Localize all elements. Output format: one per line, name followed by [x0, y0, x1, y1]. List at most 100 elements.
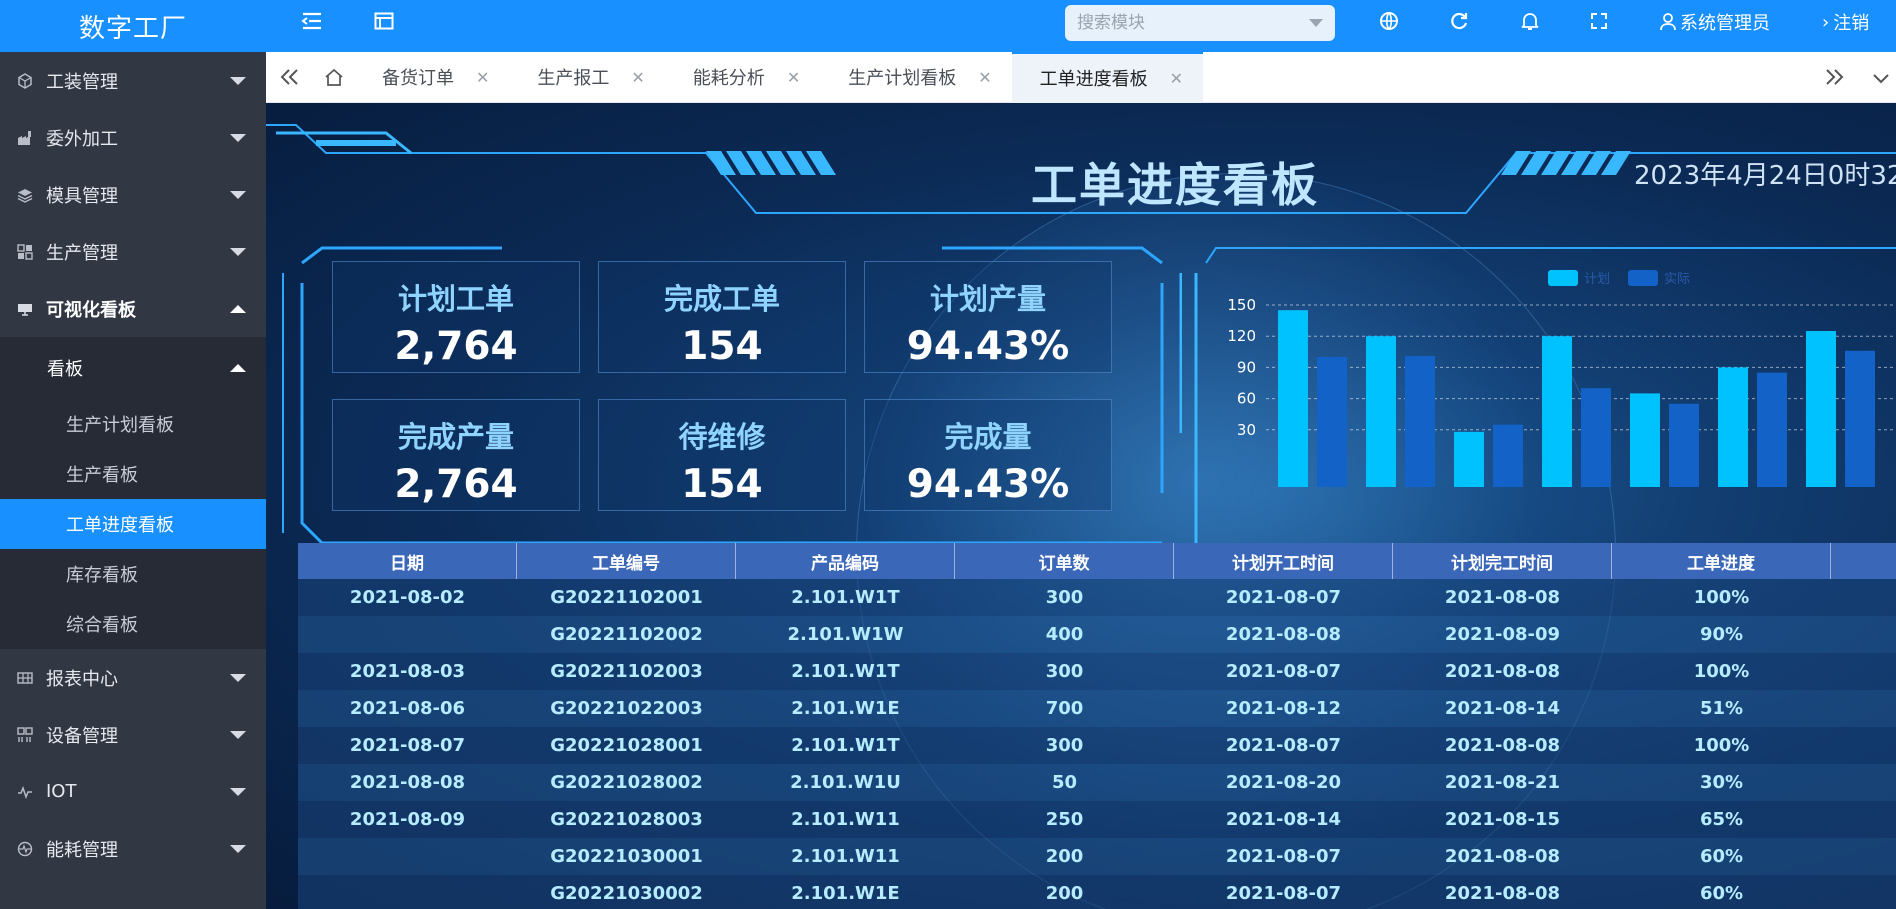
table-cell: 400 [1045, 624, 1084, 645]
fullscreen-icon[interactable] [1587, 9, 1611, 33]
sidebar-item-reports[interactable]: 报表中心 [0, 649, 266, 706]
table-cell: 50 [1051, 772, 1078, 793]
table-cell: 2021-08-08 [349, 772, 466, 793]
user-menu[interactable]: 系统管理员 [1660, 0, 1770, 44]
chevron-down-icon[interactable] [1309, 19, 1323, 27]
search-input[interactable] [1077, 13, 1297, 33]
tab-stock-order[interactable]: 备货订单 ✕ [354, 52, 509, 103]
module-search[interactable] [1065, 5, 1335, 41]
bar[interactable] [1493, 424, 1523, 487]
bar[interactable] [1630, 393, 1660, 487]
tab-production-report[interactable]: 生产报工 ✕ [509, 52, 664, 103]
bar[interactable] [1278, 310, 1308, 487]
table-cell: 2.101.W1U [790, 772, 901, 793]
close-icon[interactable]: ✕ [1170, 69, 1183, 88]
bar[interactable] [1718, 367, 1748, 487]
close-icon[interactable]: ✕ [978, 68, 991, 87]
close-icon[interactable]: ✕ [787, 68, 800, 87]
logout-link[interactable]: › 注销 [1822, 0, 1869, 44]
sidebar-item-label: 工装管理 [46, 71, 118, 93]
table-cell: 300 [1045, 735, 1084, 756]
sidebar-item-equipment[interactable]: 设备管理 [0, 706, 266, 763]
sidebar-subgroup-board[interactable]: 看板 [0, 337, 266, 399]
tab-bar: 备货订单 ✕ 生产报工 ✕ 能耗分析 ✕ 生产计划看板 ✕ 工单进度看板 ✕ [266, 51, 1896, 103]
menu-fold-icon[interactable] [300, 9, 324, 33]
bar[interactable] [1454, 431, 1484, 487]
table-cell: G20221028001 [550, 735, 703, 756]
double-chevron-right-icon[interactable] [1824, 68, 1844, 90]
table-cell: 30% [1699, 772, 1744, 793]
chart-svg: 30 60 90 120 150 计划 实际 [1194, 247, 1896, 573]
close-icon[interactable]: ✕ [631, 68, 644, 87]
sidebar-item-outsourcing[interactable]: 委外加工 [0, 109, 266, 166]
sidebar-item-production-board[interactable]: 生产看板 [0, 449, 266, 499]
bar[interactable] [1366, 336, 1396, 487]
sidebar-item-mold[interactable]: 模具管理 [0, 166, 266, 223]
column-header: 工单编号 [517, 543, 736, 579]
bar[interactable] [1317, 357, 1347, 487]
tab-energy-analysis[interactable]: 能耗分析 ✕ [665, 52, 820, 103]
sidebar-item-tooling[interactable]: 工装管理 [0, 52, 266, 109]
table-cell: 2.101.W11 [791, 846, 900, 867]
table-cell: 300 [1045, 661, 1084, 682]
stat-value: 154 [681, 324, 763, 369]
table-cell: 2021-08-09 [1444, 624, 1561, 645]
refresh-icon[interactable] [1447, 9, 1471, 33]
chevron-down-icon [230, 134, 246, 142]
globe-icon[interactable] [1377, 9, 1401, 33]
table-cell: 2.101.W1T [791, 735, 900, 756]
bar[interactable] [1845, 350, 1875, 487]
bar[interactable] [1542, 336, 1572, 487]
sidebar-item-overview-board[interactable]: 综合看板 [0, 599, 266, 649]
table-cell: G20221030002 [550, 883, 703, 904]
double-chevron-left-icon[interactable] [266, 68, 314, 86]
bar[interactable] [1405, 355, 1435, 487]
sidebar-item-visual-board[interactable]: 可视化看板 [0, 280, 266, 337]
bar[interactable] [1581, 388, 1611, 487]
bell-icon[interactable] [1518, 9, 1542, 33]
legend-swatch [1548, 270, 1578, 286]
table-row[interactable]: 2021-08-02 G20221102001 2.101.W1T 300 2021-0… [298, 579, 1896, 616]
tab-label: 生产报工 [537, 68, 610, 89]
chevron-up-icon [230, 305, 246, 313]
table-row[interactable]: 2021-08-08 G20221028002 2.101.W1U 50 2021-08… [298, 764, 1896, 801]
table-row[interactable]: 2021-08-03 G20221102003 2.101.W1T 300 2021-0… [298, 653, 1896, 690]
bar[interactable] [1806, 331, 1836, 487]
y-tick-label: 90 [1237, 358, 1256, 376]
table-row[interactable]: G20221030001 2.101.W11 200 2021-08-07 2021-0… [298, 838, 1896, 875]
table-row[interactable]: G20221102002 2.101.W1W 400 2021-08-08 2021-0… [298, 616, 1896, 653]
bar[interactable] [1757, 372, 1787, 487]
table-cell: 2021-08-14 [1225, 809, 1342, 830]
tab-workorder-progress-board[interactable]: 工单进度看板 ✕ [1011, 51, 1204, 103]
chevron-down-icon[interactable] [1872, 70, 1890, 89]
table-row[interactable]: 2021-08-09 G20221028003 2.101.W11 250 2021-0… [298, 801, 1896, 838]
close-icon[interactable]: ✕ [476, 68, 489, 87]
table-cell: 2021-08-07 [1225, 587, 1342, 608]
sidebar-item-energy[interactable]: 能耗管理 [0, 820, 266, 877]
stat-value: 94.43% [906, 462, 1070, 507]
table-row[interactable]: 2021-08-07 G20221028001 2.101.W1T 300 2021-0… [298, 727, 1896, 764]
table-cell [298, 875, 517, 909]
sidebar-item-iot[interactable]: IOT [0, 763, 266, 820]
table-cell: G20221022003 [550, 698, 703, 719]
tab-production-plan-board[interactable]: 生产计划看板 ✕ [820, 52, 1011, 103]
sidebar-item-production[interactable]: 生产管理 [0, 223, 266, 280]
table-cell [298, 616, 517, 653]
column-header: 日期 [298, 543, 517, 579]
grid-icon [16, 243, 34, 261]
bar[interactable] [1669, 403, 1699, 487]
sidebar-item-production-plan-board[interactable]: 生产计划看板 [0, 399, 266, 449]
sidebar-item-workorder-progress-board[interactable]: 工单进度看板 [0, 499, 266, 549]
table-row[interactable]: 2021-08-06 G20221022003 2.101.W1E 700 2021-0… [298, 690, 1896, 727]
table-row[interactable]: G20221030002 2.101.W1E 200 2021-08-07 2021-0… [298, 875, 1896, 909]
table-cell [298, 838, 517, 875]
cube-icon [16, 72, 34, 90]
window-icon[interactable] [372, 9, 396, 33]
sidebar-item-inventory-board[interactable]: 库存看板 [0, 549, 266, 599]
home-icon[interactable] [314, 68, 354, 86]
table-cell: 2.101.W1T [791, 661, 900, 682]
stats-panel: 计划工单 2,764 完成工单 154 计划产量 94.43% 完成产量 2,7… [332, 261, 1132, 536]
device-icon [16, 726, 34, 744]
workorder-table: 日期 工单编号 产品编码 订单数 计划开工时间 计划完工时间 工单进度 2021-08-02… [298, 543, 1896, 909]
table-cell: 2021-08-02 [349, 587, 466, 608]
